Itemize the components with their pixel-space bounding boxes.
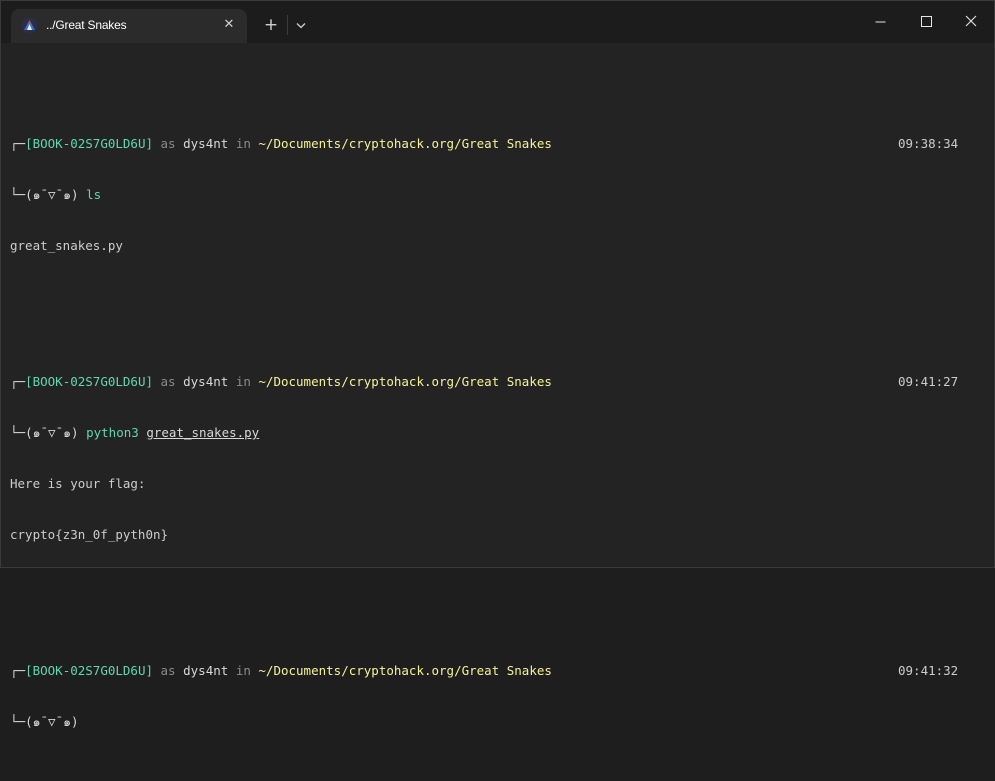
prompt-host: [BOOK-02S7G0LD6U]: [25, 374, 153, 389]
close-window-button[interactable]: [956, 9, 986, 33]
prompt-corner: ┌─: [10, 136, 26, 151]
output-line: crypto{z3n_0f_pyth0n}: [10, 527, 169, 542]
prompt-in: in: [235, 136, 251, 151]
prompt-face: (๑¯▽¯๑): [25, 425, 79, 440]
prompt-face-prefix: └─: [10, 425, 26, 440]
prompt-time: 09:41:32: [898, 663, 959, 678]
prompt-path: ~/Documents/cryptohack.org/Great Snakes: [258, 663, 552, 678]
command-argument: great_snakes.py: [146, 425, 260, 440]
prompt-corner: ┌─: [10, 663, 26, 678]
prompt-command-line: └─(๑¯▽¯๑) ls: [10, 186, 552, 203]
prompt-in: in: [235, 374, 251, 389]
prompt-user: dys4nt: [183, 136, 229, 151]
prompt-path: ~/Documents/cryptohack.org/Great Snakes: [258, 136, 552, 151]
minimize-button[interactable]: [865, 9, 895, 33]
chevron-down-icon[interactable]: [292, 15, 310, 35]
command-text: python3: [86, 425, 139, 440]
tab-separator: [287, 15, 288, 35]
output-line: great_snakes.py: [10, 238, 123, 253]
prompt-header-line: ┌─[BOOK-02S7G0LD6U] as dys4nt in ~/Docum…: [10, 135, 958, 152]
prompt-face-prefix: └─: [10, 714, 26, 729]
prompt-command-line: └─(๑¯▽¯๑) python3 great_snakes.py: [10, 424, 552, 441]
tab-close-icon[interactable]: ✕: [221, 17, 237, 33]
prompt-face: (๑¯▽¯๑): [25, 714, 79, 729]
prompt-corner: ┌─: [10, 374, 26, 389]
terminal-content[interactable]: ┌─[BOOK-02S7G0LD6U] as dys4nt in ~/Docum…: [1, 43, 994, 729]
output-line: Here is your flag:: [10, 476, 146, 491]
prompt-host: [BOOK-02S7G0LD6U]: [25, 663, 153, 678]
tab-great-snakes[interactable]: ../Great Snakes ✕: [11, 9, 247, 43]
prompt-as: as: [160, 663, 176, 678]
terminal-output: ┌─[BOOK-02S7G0LD6U] as dys4nt in ~/Docum…: [10, 67, 958, 781]
prompt-host: [BOOK-02S7G0LD6U]: [25, 136, 153, 151]
prompt-face-prefix: └─: [10, 187, 26, 202]
prompt-command-line[interactable]: └─(๑¯▽¯๑): [10, 713, 552, 730]
prompt-as: as: [160, 136, 176, 151]
prompt-header-line: ┌─[BOOK-02S7G0LD6U] as dys4nt in ~/Docum…: [10, 373, 958, 390]
terminal-window: ../Great Snakes ✕ + ┌─[BOOK-02S7G0LD6U] …: [0, 0, 995, 729]
prompt-face: (๑¯▽¯๑): [25, 187, 79, 202]
prompt-time: 09:41:27: [898, 374, 959, 389]
maximize-button[interactable]: [911, 9, 941, 33]
prompt-time: 09:38:34: [898, 136, 959, 151]
prompt-user: dys4nt: [183, 663, 229, 678]
prompt-header-line: ┌─[BOOK-02S7G0LD6U] as dys4nt in ~/Docum…: [10, 662, 958, 679]
kali-dragon-icon: [21, 17, 38, 34]
new-tab-icon[interactable]: +: [261, 15, 281, 35]
command-text: ls: [86, 187, 102, 202]
prompt-user: dys4nt: [183, 374, 229, 389]
prompt-path: ~/Documents/cryptohack.org/Great Snakes: [258, 374, 552, 389]
prompt-as: as: [160, 374, 176, 389]
tab-title: ../Great Snakes: [46, 18, 127, 32]
title-bar: ../Great Snakes ✕ +: [1, 1, 994, 43]
prompt-in: in: [235, 663, 251, 678]
